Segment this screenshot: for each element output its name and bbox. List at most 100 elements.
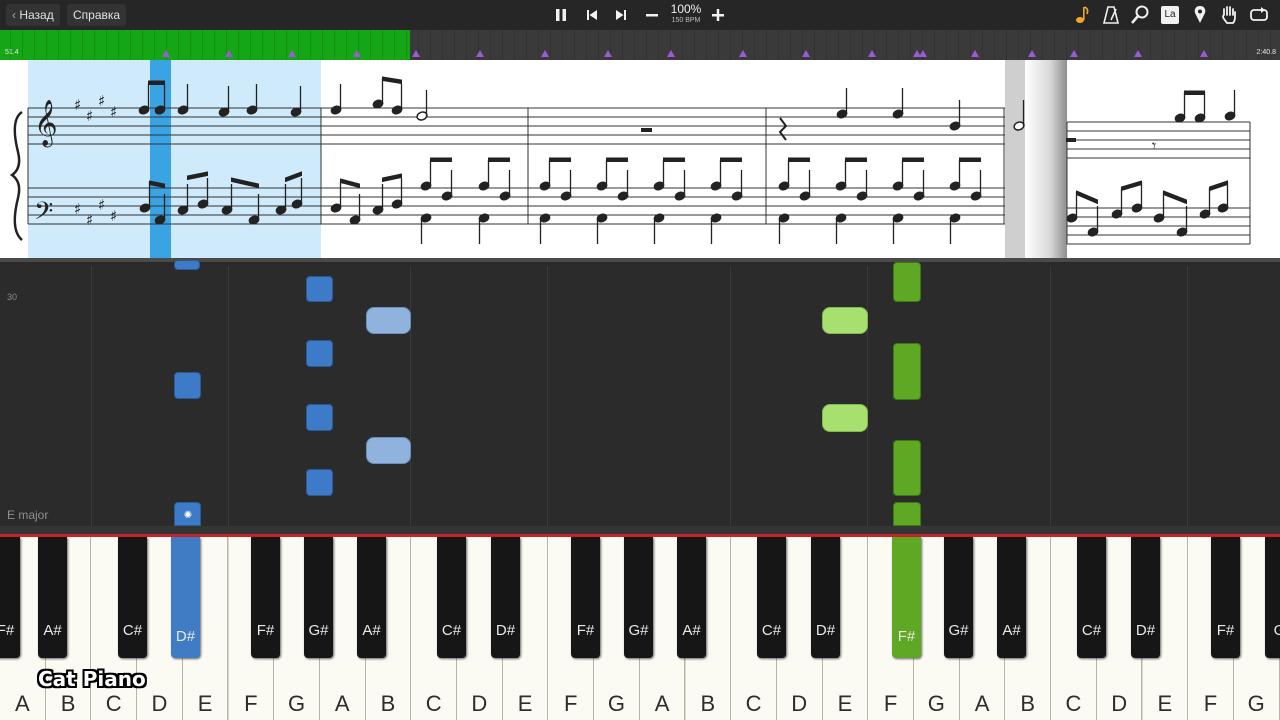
progress-tick (22, 30, 23, 60)
note-beam (1076, 190, 1098, 205)
black-key-g-sharp[interactable]: G# (304, 537, 333, 658)
black-key-f-sharp[interactable]: F# (0, 537, 20, 658)
progress-tick (694, 30, 695, 60)
metronome-icon[interactable] (1099, 3, 1123, 27)
location-pin-icon[interactable] (1188, 3, 1212, 27)
progress-tick (1066, 30, 1067, 60)
bookmark-marker[interactable] (225, 50, 233, 57)
bookmark-marker[interactable] (162, 50, 170, 57)
white-key-label: E (1157, 691, 1173, 716)
black-key-c-sharp[interactable]: C# (757, 537, 786, 658)
bookmark-marker[interactable] (919, 50, 927, 57)
bookmark-marker[interactable] (1070, 50, 1078, 57)
black-key-label: G# (948, 622, 969, 639)
black-key-f-sharp[interactable]: F# (251, 537, 280, 658)
black-key-c-sharp[interactable]: C# (118, 537, 147, 658)
black-key-label: C# (122, 622, 143, 639)
plus-icon[interactable] (706, 3, 730, 27)
black-key-a-sharp[interactable]: A# (677, 537, 706, 658)
progress-tick (1114, 30, 1115, 60)
black-key-f-sharp[interactable]: F# (1211, 537, 1240, 658)
black-key-g-sharp[interactable]: G# (624, 537, 653, 658)
right-hand-note (822, 404, 868, 432)
bookmark-marker[interactable] (1028, 50, 1036, 57)
skip-forward-icon[interactable] (609, 3, 633, 27)
black-key-label: F# (897, 628, 916, 645)
black-key-label: D# (815, 622, 836, 639)
progress-tick (526, 30, 527, 60)
minus-icon[interactable] (640, 3, 664, 27)
black-key-d-sharp[interactable]: D# (1131, 537, 1160, 658)
progress-tick (538, 30, 539, 60)
left-hand-note (306, 276, 333, 302)
bookmark-marker[interactable] (353, 50, 361, 57)
back-button[interactable]: ‹ Назад (6, 4, 60, 26)
black-key-f-sharp[interactable]: F# (892, 537, 921, 658)
note-beam (382, 76, 402, 85)
octave-gridline (1050, 266, 1051, 526)
progress-tick (322, 30, 323, 60)
progress-tick (1090, 30, 1091, 60)
bookmark-marker[interactable] (739, 50, 747, 57)
skip-back-icon[interactable] (580, 3, 604, 27)
black-key-d-sharp[interactable]: D# (811, 537, 840, 658)
treble-clef-icon: 𝄞 (34, 100, 58, 148)
black-key-g[interactable]: G (1265, 537, 1280, 658)
black-key-c-sharp[interactable]: C# (437, 537, 466, 658)
bookmark-marker[interactable] (541, 50, 549, 57)
bookmark-marker[interactable] (1134, 50, 1142, 57)
la-icon[interactable]: La (1158, 3, 1182, 27)
right-hand-note (893, 440, 921, 496)
black-key-a-sharp[interactable]: A# (997, 537, 1026, 658)
bookmark-marker[interactable] (802, 50, 810, 57)
progress-tick (346, 30, 347, 60)
black-key-d-sharp[interactable]: D# (491, 537, 520, 658)
chevron-left-icon: ‹ (12, 8, 16, 22)
note-icon[interactable] (1070, 3, 1094, 27)
progress-tick (994, 30, 995, 60)
progress-tick (586, 30, 587, 60)
loop-icon[interactable] (1247, 3, 1271, 27)
black-key-a-sharp[interactable]: A# (357, 537, 386, 658)
back-label: Назад (19, 8, 54, 22)
bookmark-marker[interactable] (868, 50, 876, 57)
black-key-g-sharp[interactable]: G# (944, 537, 973, 658)
black-key-label: D# (175, 628, 196, 645)
bookmark-marker[interactable] (412, 50, 420, 57)
note-beam (663, 157, 685, 162)
right-hand-note (893, 343, 921, 400)
bookmark-marker[interactable] (288, 50, 296, 57)
hand-icon[interactable] (1217, 3, 1241, 27)
bookmark-marker[interactable] (667, 50, 675, 57)
white-key-label: D (791, 691, 808, 716)
progress-tick (82, 30, 83, 60)
progress-tick (190, 30, 191, 60)
black-key-f-sharp[interactable]: F# (571, 537, 600, 658)
svg-text:♯: ♯ (98, 196, 105, 214)
progress-tick (106, 30, 107, 60)
progress-tick (394, 30, 395, 60)
pause-icon[interactable] (549, 3, 573, 27)
progress-tick (1054, 30, 1055, 60)
bookmark-marker[interactable] (604, 50, 612, 57)
left-hand-note (174, 260, 200, 270)
progress-tick (826, 30, 827, 60)
progress-tick (142, 30, 143, 60)
black-key-c-sharp[interactable]: C# (1077, 537, 1106, 658)
song-progress-bar[interactable]: 51.4 2:40.8 (0, 30, 1280, 60)
black-key-d-sharp[interactable]: D# (171, 537, 200, 658)
white-key-label: D (1111, 691, 1128, 716)
bookmark-marker[interactable] (1200, 50, 1208, 57)
black-key-a-sharp[interactable]: A# (38, 537, 67, 658)
white-key-label: E (837, 691, 853, 716)
bookmark-marker[interactable] (476, 50, 484, 57)
bookmark-marker[interactable] (971, 50, 979, 57)
synthesia-window: ‹ Назад Справка 100% 150 BPM La 51.4 2:4… (0, 0, 1280, 720)
progress-tick (1270, 30, 1271, 60)
help-button[interactable]: Справка (67, 4, 127, 26)
magnifier-icon[interactable] (1128, 3, 1152, 27)
progress-tick (682, 30, 683, 60)
progress-tick (730, 30, 731, 60)
progress-tick (250, 30, 251, 60)
black-key-label: D# (495, 622, 516, 639)
